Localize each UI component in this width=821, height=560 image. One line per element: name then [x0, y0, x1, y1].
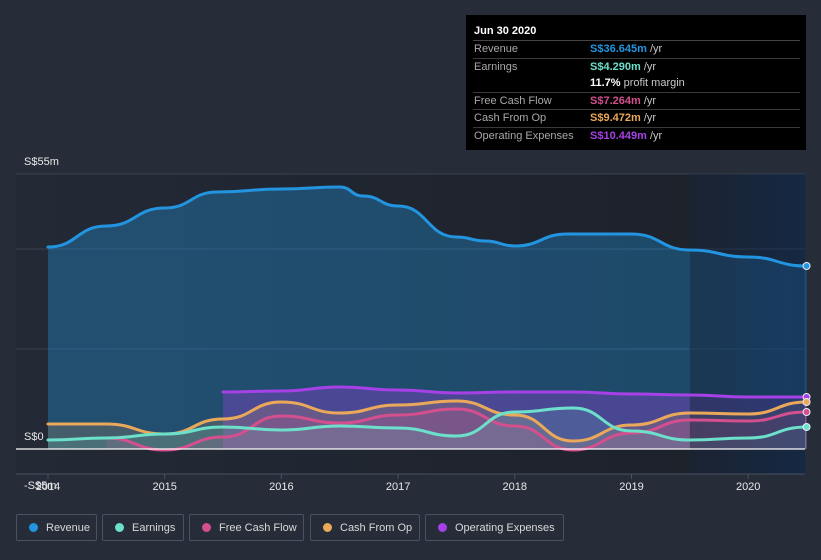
- tooltip-value: S$36.645m /yr: [590, 43, 663, 55]
- tooltip-row: Free Cash Flow S$7.264m /yr: [473, 93, 800, 110]
- legend-label: Free Cash Flow: [219, 521, 297, 534]
- tooltip-value: S$9.472m /yr: [590, 112, 657, 124]
- x-axis-label: 2017: [385, 481, 411, 493]
- x-axis-label: 2014: [35, 481, 61, 493]
- legend-label: Cash From Op: [340, 521, 413, 534]
- earnings-end-point[interactable]: [802, 423, 811, 431]
- tooltip-date: Jun 30 2020: [473, 23, 800, 41]
- legend-operating-expenses[interactable]: Operating Expenses: [425, 514, 564, 541]
- legend-dot-icon: [29, 523, 38, 532]
- tooltip-row: Operating Expenses S$10.449m /yr: [473, 128, 800, 145]
- legend-dot-icon: [323, 523, 332, 532]
- tooltip-row: Earnings S$4.290m /yr: [473, 59, 800, 76]
- tooltip-label: Revenue: [474, 43, 519, 55]
- revenue-end-point[interactable]: [802, 262, 811, 270]
- legend-free-cash-flow[interactable]: Free Cash Flow: [189, 514, 304, 541]
- y-axis-label: S$55m: [24, 156, 59, 168]
- tooltip-label: [473, 75, 590, 92]
- tooltip-value: S$4.290m /yr: [590, 60, 657, 73]
- cash-from-op-end-point[interactable]: [802, 398, 811, 406]
- legend-label: Revenue: [46, 521, 91, 534]
- legend-revenue[interactable]: Revenue: [16, 514, 97, 541]
- legend-earnings[interactable]: Earnings: [102, 514, 184, 541]
- tooltip-row: 11.7% profit margin: [473, 75, 800, 93]
- tooltip-label: Operating Expenses: [474, 129, 574, 142]
- tooltip-row: Revenue S$36.645m /yr: [473, 41, 800, 59]
- free-cash-flow-end-point[interactable]: [802, 408, 811, 416]
- tooltip-label: Earnings: [474, 60, 518, 73]
- legend-dot-icon: [202, 523, 211, 532]
- legend-cash-from-op[interactable]: Cash From Op: [310, 514, 420, 541]
- tooltip-row: Cash From Op S$9.472m /yr: [473, 110, 800, 128]
- tooltip-label: Cash From Op: [474, 112, 547, 124]
- x-axis-label: 2015: [152, 481, 177, 493]
- tooltip-value: S$10.449m /yr: [590, 129, 663, 142]
- tooltip-value: 11.7% profit margin: [590, 77, 685, 89]
- x-axis-label: 2018: [502, 481, 528, 493]
- tooltip-label: Free Cash Flow: [474, 94, 552, 107]
- legend-label: Operating Expenses: [455, 521, 555, 534]
- legend-label: Earnings: [132, 521, 176, 534]
- x-axis-label: 2020: [735, 481, 761, 493]
- tooltip-value: S$7.264m /yr: [590, 94, 657, 107]
- x-axis-label: 2019: [619, 481, 644, 493]
- legend-dot-icon: [438, 523, 447, 532]
- tooltip: Jun 30 2020 Revenue S$36.645m /yr Earnings…: [466, 15, 806, 150]
- x-axis-label: 2016: [269, 481, 294, 493]
- legend-dot-icon: [115, 523, 124, 532]
- y-axis-label: S$0: [24, 431, 44, 443]
